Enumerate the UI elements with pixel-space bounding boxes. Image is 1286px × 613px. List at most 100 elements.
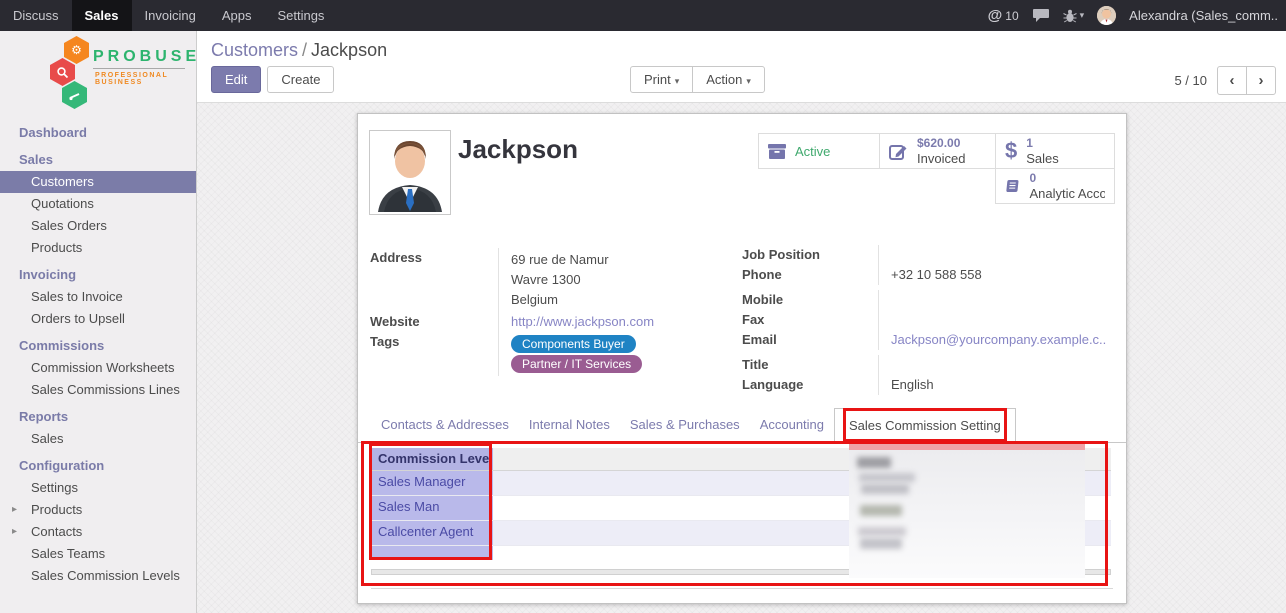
partner-name: Jackpson <box>458 134 578 165</box>
language-value[interactable]: English <box>878 375 1116 395</box>
breadcrumb-current: Jackpson <box>311 40 387 60</box>
sidebar-section-invoicing[interactable]: Invoicing <box>0 263 196 286</box>
control-panel: Customers/Jackpson Edit Create Print▾ Ac… <box>197 31 1286 103</box>
sales-stat-button[interactable]: $ 1 Sales <box>995 133 1115 169</box>
fax-value[interactable] <box>878 310 1116 330</box>
form-view-area: Jackpson Active <box>197 103 1286 613</box>
address-city: Wavre 1300 <box>511 270 732 290</box>
menu-discuss[interactable]: Discuss <box>0 0 72 31</box>
pager-previous-button[interactable]: ‹ <box>1217 66 1247 95</box>
active-label: Active <box>795 144 830 159</box>
create-button[interactable]: Create <box>267 66 334 93</box>
analytic-label: Analytic Acco... <box>1029 186 1105 201</box>
print-dropdown-button[interactable]: Print▾ <box>630 66 693 93</box>
sidebar-item-settings[interactable]: Settings <box>0 477 196 499</box>
page: Discuss Sales Invoicing Apps Settings @ … <box>0 0 1286 613</box>
chat-icon[interactable] <box>1032 8 1050 23</box>
top-navbar: Discuss Sales Invoicing Apps Settings @ … <box>0 0 1286 31</box>
menu-invoicing[interactable]: Invoicing <box>132 0 209 31</box>
phone-value[interactable]: +32 10 588 558 <box>878 265 1116 285</box>
print-label: Print <box>644 72 671 87</box>
active-stat-button[interactable]: Active <box>758 133 880 169</box>
invoiced-stat-button[interactable]: $620.00 Invoiced <box>879 133 996 169</box>
sidebar-item-customers[interactable]: Customers <box>0 171 196 193</box>
sidebar-item-sales-orders[interactable]: Sales Orders <box>0 215 196 237</box>
address-field-value[interactable]: 69 rue de Namur Wavre 1300 Belgium <box>498 248 732 312</box>
notebook: Contacts & Addresses Internal Notes Sale… <box>358 408 1126 443</box>
breadcrumb-separator: / <box>298 40 311 60</box>
pencil-square-icon <box>889 142 908 161</box>
commission-level-cell[interactable]: Sales Man <box>371 496 493 520</box>
menu-apps[interactable]: Apps <box>209 0 265 31</box>
title-value[interactable] <box>878 355 1116 375</box>
user-avatar[interactable] <box>1097 6 1116 25</box>
pager-next-button[interactable]: › <box>1246 66 1276 95</box>
email-link[interactable]: Jackpson@yourcompany.example.c.. <box>891 332 1106 347</box>
company-logo[interactable]: ⚙ PROBUSE PROFESSIONAL BUSINESS <box>0 31 196 117</box>
sidebar-item-reports-sales[interactable]: Sales <box>0 428 196 450</box>
sidebar-item-quotations[interactable]: Quotations <box>0 193 196 215</box>
phone-label: Phone <box>742 265 878 285</box>
sidebar-section-reports[interactable]: Reports <box>0 405 196 428</box>
sidebar-section-commissions[interactable]: Commissions <box>0 334 196 357</box>
mobile-value[interactable] <box>878 290 1116 310</box>
address-street: 69 rue de Namur <box>511 250 732 270</box>
job-position-label: Job Position <box>742 245 878 265</box>
stat-button-area: Active $620.00 Invoiced <box>758 133 1115 205</box>
record-pager: 5 / 10 ‹ › <box>1174 66 1276 95</box>
systray: @ 10 ▾ <box>988 0 1286 31</box>
sidebar-item-sales-teams[interactable]: Sales Teams <box>0 543 196 565</box>
breadcrumb-customers[interactable]: Customers <box>211 40 298 60</box>
magnifier-hexagon-icon <box>50 58 75 86</box>
logo-title: PROBUSE <box>93 48 197 66</box>
expander-icon[interactable]: ▸ <box>12 525 17 539</box>
contact-group: Job Position Phone +32 10 588 558 Mobile <box>742 245 1116 395</box>
menu-sales[interactable]: Sales <box>72 0 132 31</box>
tab-sales-purchases[interactable]: Sales & Purchases <box>620 408 750 442</box>
sales-label: Sales <box>1026 151 1059 166</box>
tab-contacts-addresses[interactable]: Contacts & Addresses <box>371 408 519 442</box>
invoiced-amount: $620.00 <box>917 136 965 151</box>
expander-icon[interactable]: ▸ <box>12 503 17 517</box>
sidebar-item-sales-to-invoice[interactable]: Sales to Invoice <box>0 286 196 308</box>
mobile-label: Mobile <box>742 290 878 310</box>
commission-level-column-header[interactable]: Commission Level <box>371 448 493 470</box>
sidebar-item-orders-to-upsell[interactable]: Orders to Upsell <box>0 308 196 330</box>
commission-level-cell[interactable]: Callcenter Agent <box>371 521 493 545</box>
sidebar-section-dashboard[interactable]: Dashboard <box>0 121 196 144</box>
commission-level-cell[interactable]: Sales Manager <box>371 471 493 495</box>
tag-components-buyer[interactable]: Components Buyer <box>511 335 636 353</box>
job-position-value[interactable] <box>878 245 1116 265</box>
sidebar-section-sales[interactable]: Sales <box>0 148 196 171</box>
tab-accounting[interactable]: Accounting <box>750 408 834 442</box>
partner-photo[interactable] <box>369 130 451 215</box>
redacted-region <box>849 441 1085 578</box>
sidebar-item-sales-commission-levels[interactable]: Sales Commission Levels <box>0 565 196 587</box>
sheet-divider <box>371 588 1113 589</box>
email-label: Email <box>742 330 878 350</box>
app-body: ⚙ PROBUSE PROFESSIONAL BUSINESS Dashboar… <box>0 31 1286 613</box>
sidebar-item-config-products[interactable]: ▸ Products <box>0 499 196 521</box>
invoiced-label: Invoiced <box>917 151 965 166</box>
tags-field-label: Tags <box>370 332 498 376</box>
title-label: Title <box>742 355 878 375</box>
address-field-label: Address <box>370 248 498 312</box>
tag-partner-it-services[interactable]: Partner / IT Services <box>511 355 642 373</box>
menu-settings[interactable]: Settings <box>264 0 337 31</box>
sidebar-section-configuration[interactable]: Configuration <box>0 454 196 477</box>
analytic-accounts-stat-button[interactable]: 0 Analytic Acco... <box>995 168 1115 204</box>
tab-sales-commission-setting[interactable]: Sales Commission Setting <box>834 408 1016 443</box>
debug-bug-icon[interactable]: ▾ <box>1063 9 1085 23</box>
tab-internal-notes[interactable]: Internal Notes <box>519 408 620 442</box>
commission-level-cell[interactable] <box>371 546 493 560</box>
tags-field-value[interactable]: Components Buyer Partner / IT Services <box>498 332 732 376</box>
action-dropdown-button[interactable]: Action▾ <box>692 66 765 93</box>
sidebar-item-config-contacts[interactable]: ▸ Contacts <box>0 521 196 543</box>
edit-button[interactable]: Edit <box>211 66 261 93</box>
sidebar-item-products[interactable]: Products <box>0 237 196 259</box>
mention-counter[interactable]: @ 10 <box>988 7 1019 24</box>
sidebar-item-sales-commissions-lines[interactable]: Sales Commissions Lines <box>0 379 196 401</box>
sidebar-item-commission-worksheets[interactable]: Commission Worksheets <box>0 357 196 379</box>
user-menu[interactable]: Alexandra (Sales_comm.. <box>1129 8 1278 23</box>
website-link[interactable]: http://www.jackpson.com <box>511 314 654 329</box>
